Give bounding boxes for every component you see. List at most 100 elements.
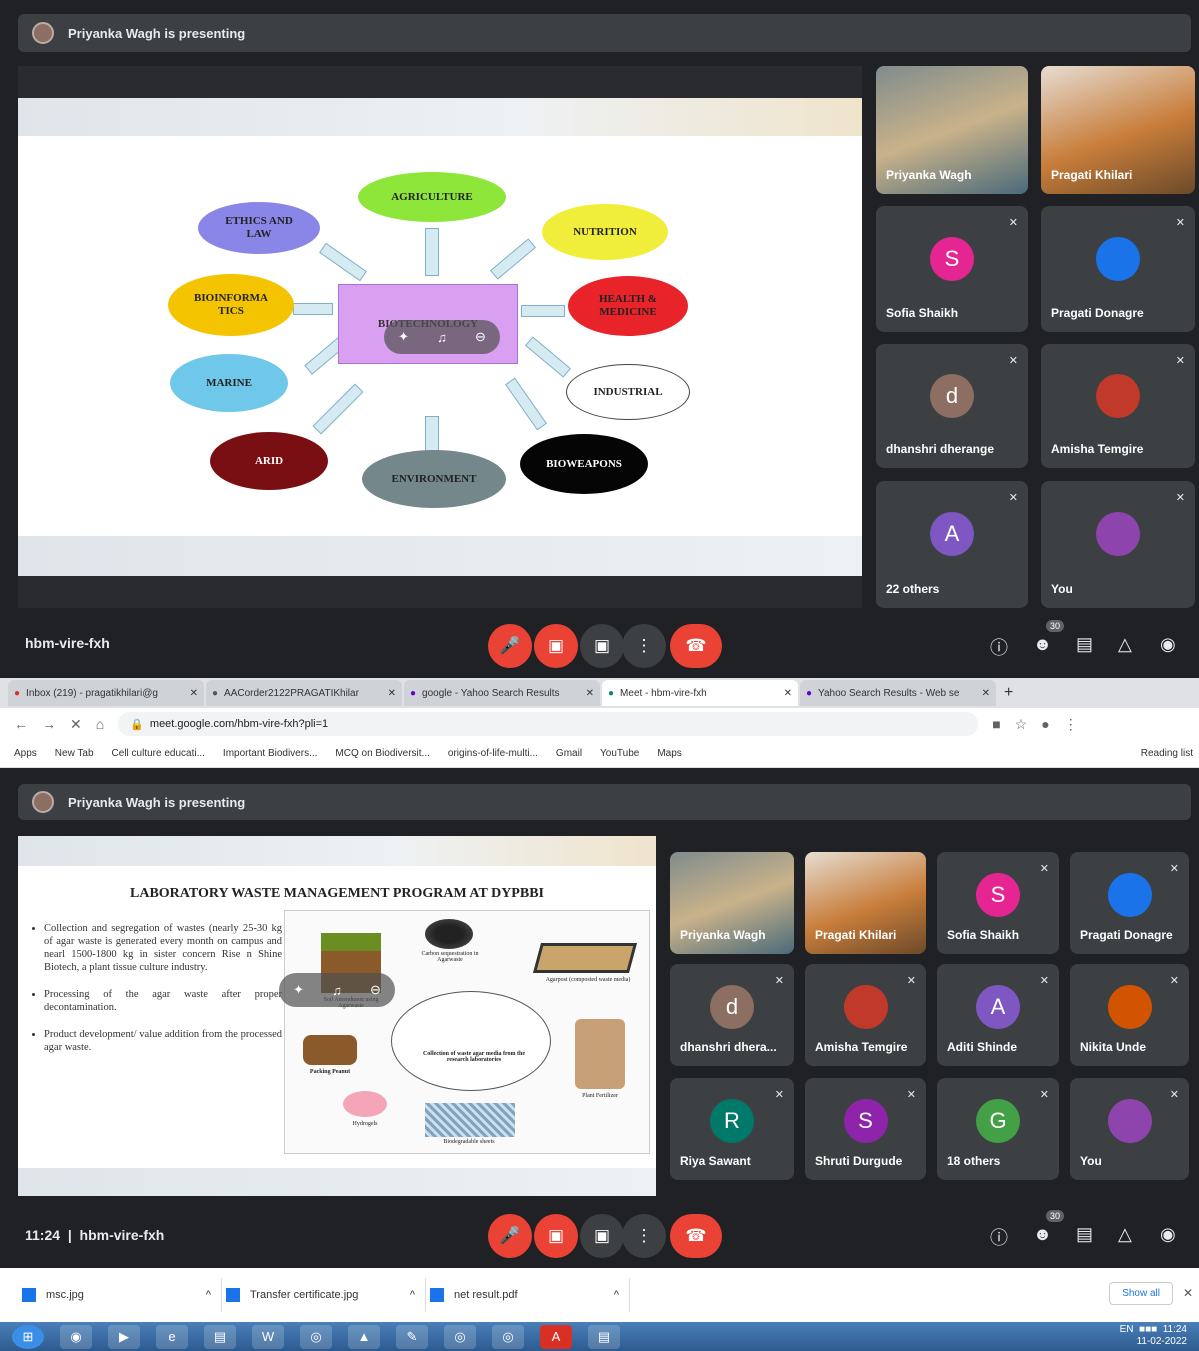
forward-icon[interactable]: →	[42, 716, 56, 732]
chrome-icon-2[interactable]: ◎	[444, 1324, 476, 1349]
participant-tile[interactable]: R ✕ Riya Sawant	[670, 1078, 794, 1180]
bookmark-item[interactable]: Maps	[657, 748, 681, 759]
clock-date[interactable]: 11-02-2022	[1137, 1336, 1187, 1347]
new-tab-icon[interactable]: +	[1004, 684, 1013, 702]
close-tab-icon[interactable]: ✕	[190, 688, 198, 699]
pin-icon-2[interactable]: ✦	[293, 982, 304, 998]
leave-call-button[interactable]: ☎	[670, 624, 722, 668]
vlc-icon[interactable]: ▲	[348, 1324, 380, 1349]
participant-tile[interactable]: Priyanka Wagh	[876, 66, 1028, 194]
start-icon[interactable]: ⊞	[12, 1324, 44, 1349]
mute-icon-2[interactable]: ♫	[332, 983, 342, 998]
participant-tile[interactable]: Priyanka Wagh	[670, 852, 794, 954]
participant-tile[interactable]: ✕ Amisha Temgire	[805, 964, 926, 1066]
download-item[interactable]: net result.pdf ^	[426, 1278, 630, 1312]
home-icon[interactable]: ⌂	[96, 716, 104, 732]
folder-icon[interactable]: ▤	[204, 1324, 236, 1349]
language-indicator[interactable]: EN	[1120, 1324, 1134, 1335]
star-icon[interactable]: ☆	[1015, 716, 1028, 733]
network-app-icon[interactable]: ▤	[588, 1324, 620, 1349]
pin-icon[interactable]: ✦	[398, 329, 409, 345]
bookmark-item[interactable]: origins-of-life-multi...	[448, 748, 538, 759]
word-icon[interactable]: W	[252, 1324, 284, 1349]
chrome-icon[interactable]: ◎	[300, 1324, 332, 1349]
participant-tile[interactable]: S ✕ Sofia Shaikh	[876, 206, 1028, 332]
chrome-icon-3[interactable]: ◎	[492, 1324, 524, 1349]
download-item[interactable]: Transfer certificate.jpg ^	[222, 1278, 426, 1312]
hover-controls[interactable]: ✦ ♫ ⊖	[384, 320, 500, 354]
browser-tab[interactable]: ● google - Yahoo Search Results ✕	[404, 680, 600, 706]
chat-icon[interactable]: ▤	[1076, 634, 1093, 655]
browser-tab[interactable]: ● Meet - hbm-vire-fxh ✕	[602, 680, 798, 706]
participant-tile[interactable]: ✕ You	[1041, 481, 1195, 608]
participant-tile[interactable]: A ✕ 22 others	[876, 481, 1028, 608]
bookmark-item[interactable]: Gmail	[556, 748, 582, 759]
camera-indicator-icon[interactable]: ■	[992, 716, 1000, 732]
bookmark-item[interactable]: MCQ on Biodiversit...	[335, 748, 429, 759]
stop-icon[interactable]: ✕	[70, 716, 82, 733]
bookmark-item[interactable]: New Tab	[55, 748, 94, 759]
profile-icon[interactable]: ●	[1041, 716, 1049, 732]
url-field[interactable]: 🔒 meet.google.com/hbm-vire-fxh?pli=1	[118, 712, 979, 736]
close-tab-icon[interactable]: ✕	[586, 688, 594, 699]
participant-tile[interactable]: Pragati Khilari	[1041, 66, 1195, 194]
menu-icon[interactable]: ⋮	[1064, 716, 1078, 733]
firefox-icon[interactable]: ◉	[60, 1324, 92, 1349]
chevron-up-icon[interactable]: ^	[206, 1289, 211, 1301]
close-tab-icon[interactable]: ✕	[982, 688, 990, 699]
browser-tab[interactable]: ● Inbox (219) - pragatikhilari@g ✕	[8, 680, 204, 706]
ie-icon[interactable]: e	[156, 1324, 188, 1349]
bookmark-item[interactable]: YouTube	[600, 748, 639, 759]
participant-tile[interactable]: ✕ Nikita Unde	[1070, 964, 1189, 1066]
media-icon[interactable]: ▶	[108, 1324, 140, 1349]
people-icon[interactable]: ☻	[1033, 634, 1052, 655]
participant-tile[interactable]: ✕ Amisha Temgire	[1041, 344, 1195, 468]
close-tab-icon[interactable]: ✕	[784, 688, 792, 699]
remove-icon[interactable]: ⊖	[475, 329, 486, 345]
mute-icon[interactable]: ♫	[437, 330, 447, 345]
activities-icon[interactable]: △	[1118, 634, 1132, 655]
bookmark-item[interactable]: Cell culture educati...	[112, 748, 205, 759]
browser-tab[interactable]: ● AACorder2122PRAGATIKhilar ✕	[206, 680, 402, 706]
more-options-button[interactable]: ⋮	[622, 624, 666, 668]
participant-tile[interactable]: ✕ You	[1070, 1078, 1189, 1180]
info-icon[interactable]: ⓘ	[990, 634, 1008, 660]
participant-tile[interactable]: ✕ Pragati Donagre	[1070, 852, 1189, 954]
download-item[interactable]: msc.jpg ^	[18, 1278, 222, 1312]
present-button[interactable]: ▣	[580, 624, 624, 668]
chevron-up-icon[interactable]: ^	[410, 1289, 415, 1301]
remove-icon-2[interactable]: ⊖	[370, 982, 381, 998]
back-icon[interactable]: ←	[14, 716, 28, 732]
close-tab-icon[interactable]: ✕	[388, 688, 396, 699]
info-icon-2[interactable]: ⓘ	[990, 1224, 1008, 1250]
camera-off-button[interactable]: ▣	[534, 624, 578, 668]
host-controls-icon[interactable]: ◉	[1160, 634, 1176, 655]
participant-tile[interactable]: A ✕ Aditi Shinde	[937, 964, 1059, 1066]
host-controls-icon-2[interactable]: ◉	[1160, 1224, 1176, 1245]
clock-time[interactable]: 11:24	[1163, 1324, 1187, 1335]
paint-icon[interactable]: ✎	[396, 1324, 428, 1349]
chat-icon-2[interactable]: ▤	[1076, 1224, 1093, 1245]
participant-tile[interactable]: Pragati Khilari	[805, 852, 926, 954]
reading-list[interactable]: Reading list	[1141, 748, 1193, 759]
show-all-button[interactable]: Show all	[1109, 1282, 1173, 1305]
acrobat-icon[interactable]: A	[540, 1324, 572, 1349]
more-options-button-2[interactable]: ⋮	[622, 1214, 666, 1258]
mic-off-button-2[interactable]: 🎤	[488, 1214, 532, 1258]
browser-tab[interactable]: ● Yahoo Search Results - Web se ✕	[800, 680, 996, 706]
participant-tile[interactable]: S ✕ Shruti Durgude	[805, 1078, 926, 1180]
bookmark-item[interactable]: Important Biodivers...	[223, 748, 317, 759]
leave-call-button-2[interactable]: ☎	[670, 1214, 722, 1258]
chevron-up-icon[interactable]: ^	[614, 1289, 619, 1301]
participant-tile[interactable]: d ✕ dhanshri dhera...	[670, 964, 794, 1066]
hover-controls-2[interactable]: ✦ ♫ ⊖	[279, 973, 395, 1007]
mic-off-button[interactable]: 🎤	[488, 624, 532, 668]
present-button-2[interactable]: ▣	[580, 1214, 624, 1258]
people-icon-2[interactable]: ☻	[1033, 1224, 1052, 1245]
activities-icon-2[interactable]: △	[1118, 1224, 1132, 1245]
participant-tile[interactable]: G ✕ 18 others	[937, 1078, 1059, 1180]
participant-tile[interactable]: S ✕ Sofia Shaikh	[937, 852, 1059, 954]
participant-tile[interactable]: d ✕ dhanshri dherange	[876, 344, 1028, 468]
bookmark-item[interactable]: Apps	[14, 748, 37, 759]
participant-tile[interactable]: ✕ Pragati Donagre	[1041, 206, 1195, 332]
